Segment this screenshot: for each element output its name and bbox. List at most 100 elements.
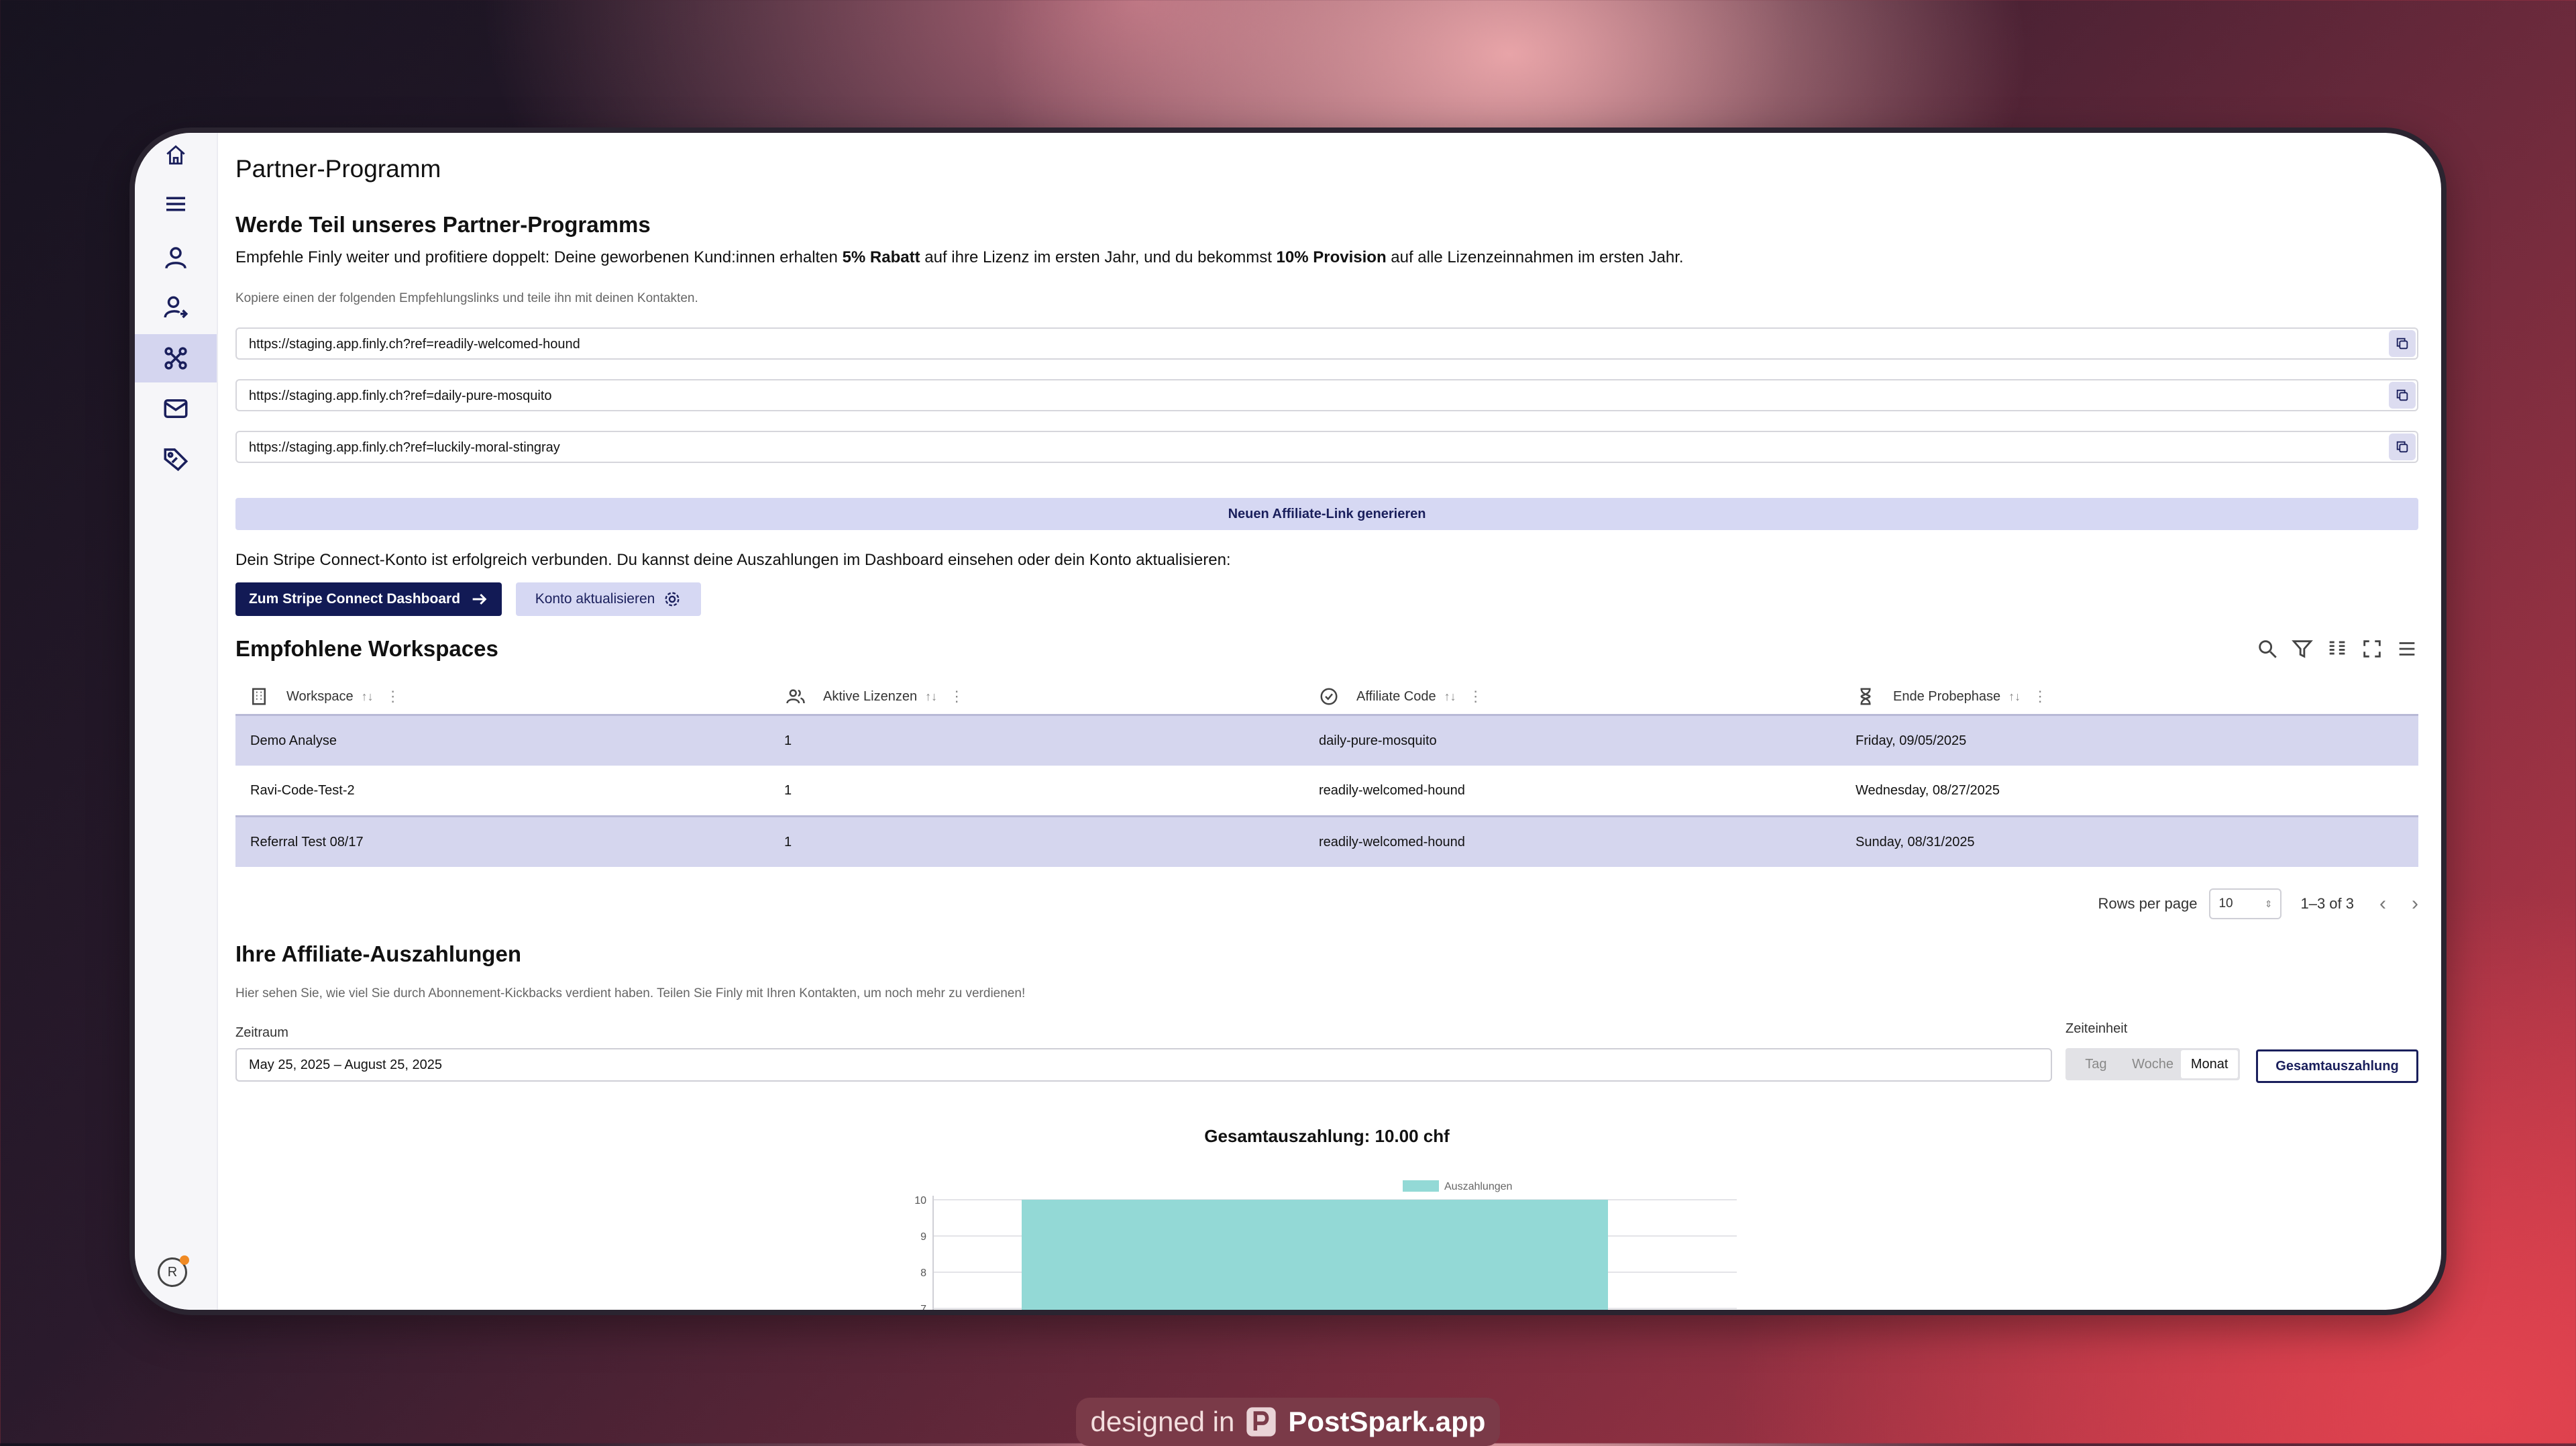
stripe-dashboard-button[interactable]: Zum Stripe Connect Dashboard [235,582,502,616]
copy-icon [2396,389,2408,401]
column-menu-icon[interactable]: ⋮ [2033,688,2047,705]
hourglass-icon [1860,688,1871,705]
tag-icon [164,448,189,472]
user-icon [165,247,186,269]
copy-hint: Kopiere einen der folgenden Empfehlungsl… [235,291,698,305]
sidebar-item-partner-program[interactable] [135,334,217,382]
y-tick-label: 8 [920,1268,926,1279]
date-range-value: May 25, 2025 – August 25, 2025 [249,1057,442,1072]
cell-workspace: Demo Analyse [250,733,337,748]
cell-licenses: 1 [784,835,792,849]
column-menu-icon[interactable]: ⋮ [949,688,964,705]
fullscreen-icon[interactable] [2361,637,2383,660]
sidebar-item-tags[interactable] [135,435,217,483]
main-content: Partner-Programm Werde Teil unseres Part… [235,133,2418,1310]
payouts-heading: Ihre Affiliate-Auszahlungen [235,941,521,966]
column-menu-icon[interactable]: ⋮ [1468,688,1483,705]
intro-text: Empfehle Finly weiter und profitiere dop… [235,248,1684,267]
payout-chart: Auszahlungen 10 9 8 7 [914,1180,1737,1310]
table-row[interactable]: Demo Analyse 1 daily-pure-mosquito Frida… [235,714,2418,766]
avatar[interactable]: R [158,1255,189,1287]
y-tick-label: 10 [914,1195,926,1206]
table-row[interactable]: Ravi-Code-Test-2 1 readily-welcomed-houn… [235,766,2418,815]
watermark-prefix: designed in [1090,1406,1235,1437]
unit-option-week[interactable]: Woche [2125,1050,2182,1078]
column-header-trial-end[interactable]: Ende Probephase ↑↓ ⋮ [1856,680,2047,713]
sidebar: R [135,133,218,1310]
column-header-label: Ende Probephase [1893,688,2001,704]
column-header-label: Workspace [286,688,354,704]
cell-affiliate-code: daily-pure-mosquito [1319,733,1437,748]
update-account-button[interactable]: Konto aktualisieren [516,582,701,616]
cell-trial-end: Friday, 09/05/2025 [1856,733,1967,748]
prev-page-button[interactable]: ‹ [2379,892,2386,915]
mail-icon [164,399,188,418]
total-payout-button[interactable]: Gesamtauszahlung [2256,1049,2418,1083]
time-unit-toggle: Tag Woche Monat [2065,1048,2240,1080]
unit-option-month[interactable]: Monat [2181,1050,2239,1078]
sort-icon[interactable]: ↑↓ [1444,690,1456,704]
unit-option-day[interactable]: Tag [2068,1050,2125,1078]
y-tick-label: 9 [920,1231,926,1243]
rows-per-page-select[interactable]: 10 ⇕ [2209,888,2282,919]
workspaces-heading: Empfohlene Workspaces [235,636,498,661]
home-icon [166,145,185,165]
notification-dot [180,1255,189,1265]
sidebar-item-mail[interactable] [135,384,217,433]
next-page-button[interactable]: › [2412,892,2418,915]
device-frame: R Partner-Programm Werde Teil unseres Pa… [129,127,2447,1315]
cell-licenses: 1 [784,783,792,798]
sidebar-item-profile[interactable] [135,234,217,282]
referral-link-field[interactable]: https://staging.app.finly.ch?ref=readily… [235,327,2418,360]
density-icon[interactable] [2396,637,2418,660]
column-header-affiliate-code[interactable]: Affiliate Code ↑↓ ⋮ [1319,680,1483,713]
table-toolbar [2256,637,2418,660]
chart-bar[interactable] [1022,1200,1608,1310]
rows-per-page-label: Rows per page [2098,895,2198,912]
column-header-licenses[interactable]: Aktive Lizenzen ↑↓ ⋮ [786,680,964,713]
payouts-description: Hier sehen Sie, wie viel Sie durch Abonn… [235,986,1026,1000]
sort-icon[interactable]: ↑↓ [362,690,374,704]
referral-link-text: https://staging.app.finly.ch?ref=luckily… [249,440,560,455]
intro-pre: Empfehle Finly weiter und profitiere dop… [235,248,843,266]
copy-button[interactable] [2389,382,2416,409]
watermark-badge: designed in PostSpark.app [1076,1398,1500,1446]
search-icon[interactable] [2256,637,2279,660]
referral-link-field[interactable]: https://staging.app.finly.ch?ref=daily-p… [235,379,2418,411]
chart-bars [1022,1200,1608,1310]
table-row[interactable]: Referral Test 08/17 1 readily-welcomed-h… [235,815,2418,867]
pagination-range: 1–3 of 3 [2300,895,2354,912]
column-header-workspace[interactable]: Workspace ↑↓ ⋮ [249,680,400,713]
cell-workspace: Ravi-Code-Test-2 [250,783,355,798]
avatar-initial: R [167,1264,178,1280]
menu-icon [166,197,185,211]
copy-button[interactable] [2389,433,2416,460]
referral-link-field[interactable]: https://staging.app.finly.ch?ref=luckily… [235,431,2418,463]
column-header-label: Aktive Lizenzen [823,688,918,704]
join-heading: Werde Teil unseres Partner-Programms [235,212,651,237]
page-title: Partner-Programm [235,155,441,183]
sidebar-item-referrals[interactable] [135,284,217,332]
gear-icon [665,592,680,607]
filter-icon[interactable] [2291,637,2314,660]
range-label: Zeitraum [235,1025,288,1040]
referral-link-text: https://staging.app.finly.ch?ref=readily… [249,337,580,352]
chart-title: Gesamtauszahlung: 10.00 chf [1204,1126,1450,1146]
generate-link-button[interactable]: Neuen Affiliate-Link generieren [235,498,2418,530]
column-menu-icon[interactable]: ⋮ [386,688,400,705]
cell-trial-end: Sunday, 08/31/2025 [1856,835,1975,849]
sidebar-item-home[interactable] [135,133,217,177]
date-range-input[interactable]: May 25, 2025 – August 25, 2025 [235,1048,2052,1082]
table-pagination: Rows per page 10 ⇕ 1–3 of 3 ‹ › [2098,887,2418,921]
intro-mid: auf ihre Lizenz im ersten Jahr, und du b… [920,248,1277,266]
stripe-dashboard-label: Zum Stripe Connect Dashboard [248,591,461,607]
columns-icon[interactable] [2326,637,2349,660]
sort-icon[interactable]: ↑↓ [2008,690,2021,704]
sidebar-item-menu[interactable] [135,180,217,228]
intro-post: auf alle Lizenzeinnahmen im ersten Jahr. [1386,248,1684,266]
sort-icon[interactable]: ↑↓ [925,690,937,704]
column-header-label: Affiliate Code [1356,688,1436,704]
cell-affiliate-code: readily-welcomed-hound [1319,783,1465,798]
copy-button[interactable] [2389,330,2416,357]
legend-swatch [1403,1180,1439,1192]
